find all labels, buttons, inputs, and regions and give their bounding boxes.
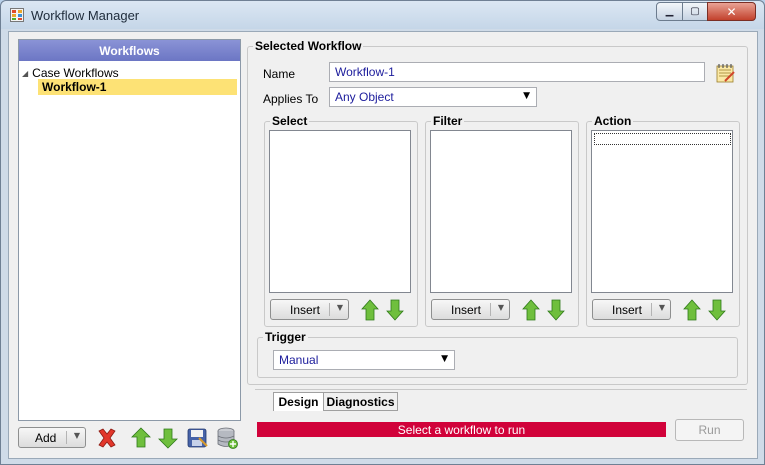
run-status-bar: Select a workflow to run [257,422,666,437]
workflows-header: Workflows [19,40,240,61]
workflow-manager-window: Workflow Manager ▁ ▢ ✕ Workflows ◢ Case … [0,0,765,465]
run-button[interactable]: Run [675,419,744,441]
tree-expand-icon[interactable]: ◢ [22,69,28,78]
maximize-button[interactable]: ▢ [682,2,708,21]
tree-node-case-workflows[interactable]: ◢ Case Workflows [22,66,119,80]
workflow-toolbar: Add ▼ [18,426,241,454]
action-title: Action [592,114,634,128]
dropdown-separator [329,303,330,316]
filter-title: Filter [431,114,465,128]
move-up-icon[interactable] [129,426,153,450]
dropdown-separator [490,303,491,316]
selected-workflow-title: Selected Workflow [253,39,364,53]
minimize-button[interactable]: ▁ [656,2,683,21]
app-icon [10,8,24,22]
action-list[interactable] [591,130,733,293]
tree-node-label: Case Workflows [32,66,119,80]
dropdown-arrow-icon[interactable]: ▼ [659,303,665,312]
select-title: Select [270,114,310,128]
tab-strip-border [255,389,747,390]
database-icon[interactable] [215,426,239,450]
name-label: Name [263,67,296,81]
title-bar[interactable]: Workflow Manager ▁ ▢ ✕ [1,1,764,29]
filter-section: Filter Insert ▼ [425,114,579,327]
add-button[interactable]: Add ▼ [18,427,86,448]
trigger-value: Manual [279,353,319,367]
applies-to-dropdown[interactable]: Any Object ▼ [329,87,537,107]
applies-to-label: Applies To [263,92,319,106]
select-section: Select Insert ▼ [264,114,418,327]
window-title: Workflow Manager [31,8,140,23]
notepad-icon[interactable] [713,61,737,85]
select-list[interactable] [269,130,411,293]
insert-label: Insert [451,302,482,317]
action-insert-button[interactable]: Insert ▼ [592,299,671,320]
chevron-down-icon: ▼ [441,354,448,364]
workflows-panel: Workflows ◢ Case Workflows Workflow-1 [18,39,241,421]
trigger-title: Trigger [263,330,308,344]
dropdown-arrow-icon[interactable]: ▼ [498,303,504,312]
select-move-down-icon[interactable] [386,299,404,321]
insert-label: Insert [290,302,321,317]
applies-to-value: Any Object [335,90,394,104]
select-insert-button[interactable]: Insert ▼ [270,299,349,320]
dropdown-arrow-icon[interactable]: ▼ [74,431,80,440]
trigger-section: Trigger Manual ▼ [257,330,738,378]
dropdown-separator [651,303,652,316]
action-move-down-icon[interactable] [708,299,726,321]
action-move-up-icon[interactable] [683,299,701,321]
action-section: Action Insert ▼ [586,114,740,327]
dropdown-separator [66,431,67,444]
filter-move-up-icon[interactable] [522,299,540,321]
trigger-dropdown[interactable]: Manual ▼ [273,350,455,370]
close-button[interactable]: ✕ [707,2,756,21]
name-field[interactable]: Workflow-1 [329,62,705,82]
tab-diagnostics[interactable]: Diagnostics [323,392,398,411]
insert-label: Insert [612,302,643,317]
select-move-up-icon[interactable] [361,299,379,321]
delete-icon[interactable] [95,426,119,450]
filter-list[interactable] [430,130,572,293]
tree-node-workflow-1[interactable]: Workflow-1 [38,79,237,95]
chevron-down-icon: ▼ [523,91,530,101]
action-focus-row[interactable] [594,133,731,145]
move-down-icon[interactable] [156,426,180,450]
save-icon[interactable] [185,426,209,450]
add-button-label: Add [35,430,57,445]
tab-design[interactable]: Design [273,392,324,411]
filter-move-down-icon[interactable] [547,299,565,321]
client-area: Workflows ◢ Case Workflows Workflow-1 Ad… [8,31,758,459]
filter-insert-button[interactable]: Insert ▼ [431,299,510,320]
dropdown-arrow-icon[interactable]: ▼ [337,303,343,312]
